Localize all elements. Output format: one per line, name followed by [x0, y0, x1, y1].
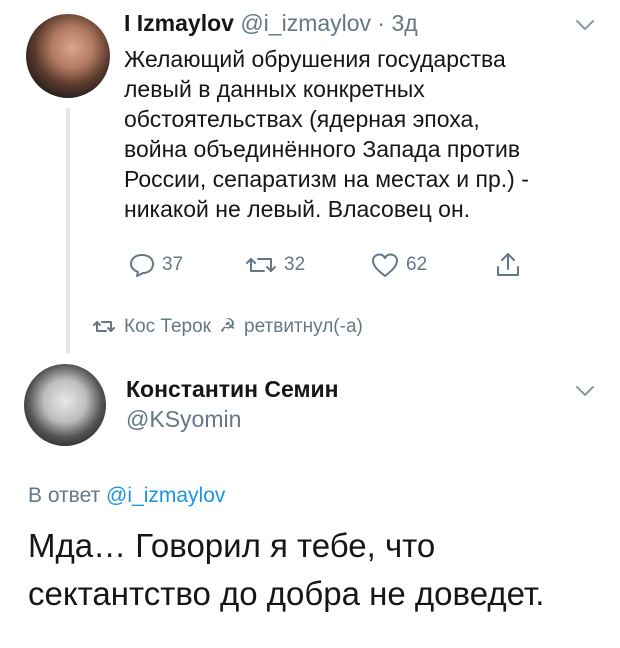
reply-icon: [130, 254, 154, 277]
reply-button[interactable]: 37: [128, 250, 183, 280]
retweet-icon: [93, 320, 115, 332]
share-icon: [497, 253, 519, 276]
thread-line: [66, 108, 70, 354]
avatar[interactable]: [26, 14, 110, 98]
share-button[interactable]: [494, 250, 522, 280]
like-count: 62: [406, 254, 428, 275]
retweet-notice: Кос Терок ☭ ретвитнул(-а): [92, 315, 363, 338]
heart-icon: [372, 253, 398, 277]
separator: ·: [371, 10, 392, 36]
like-button[interactable]: 62: [370, 250, 427, 280]
reply-prefix: В ответ: [28, 484, 107, 507]
chevron-down-icon[interactable]: [572, 378, 598, 404]
tweet-header: I Izmaylov @i_izmaylov · 3д: [124, 10, 418, 37]
hammer-sickle-icon: ☭: [218, 316, 237, 337]
timestamp[interactable]: 3д: [392, 10, 418, 36]
chevron-down-icon[interactable]: [572, 12, 598, 38]
retweet-action-label: ретвитнул(-а): [244, 315, 363, 337]
tweet-text: Желающий обрушения государства левый в д…: [124, 46, 529, 222]
display-name[interactable]: I Izmaylov: [124, 10, 234, 36]
retweet-count: 32: [284, 254, 306, 275]
avatar[interactable]: [24, 364, 106, 446]
retweet-icon: [246, 258, 276, 272]
tweet-text: Мда… Говорил я тебе, что сектантство до …: [28, 527, 545, 612]
handle[interactable]: @KSyomin: [126, 406, 241, 433]
retweet-button[interactable]: 32: [244, 250, 305, 280]
display-name[interactable]: Константин Семин: [126, 376, 339, 403]
retweeter-name[interactable]: Кос Терок: [124, 316, 211, 338]
reply-count: 37: [162, 254, 184, 275]
reply-to-link[interactable]: @i_izmaylov: [106, 484, 225, 507]
handle[interactable]: @i_izmaylov: [240, 10, 371, 36]
reply-context: В ответ @i_izmaylov: [28, 484, 225, 508]
